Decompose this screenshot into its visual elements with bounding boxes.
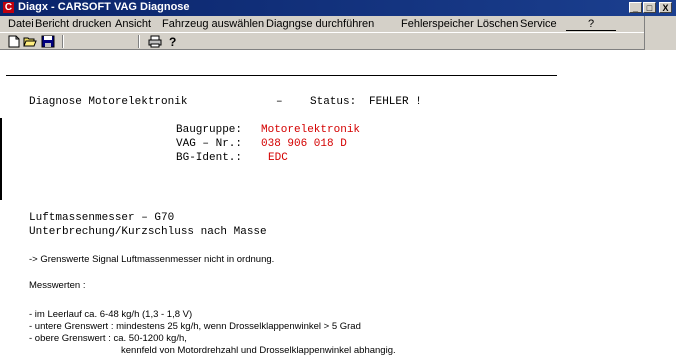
measure-line: - obere Grenswert : ca. 50-1200 kg/h, — [29, 333, 187, 344]
field-label-bg-ident: BG-Ident.: — [176, 152, 243, 164]
menu-bericht-drucken[interactable]: Bericht drucken — [35, 18, 111, 30]
menu-service[interactable]: Service — [520, 18, 557, 30]
menu-fehlerspeicher-loeschen[interactable]: Fehlerspeicher Löschen — [401, 18, 518, 30]
component-name: Luftmassenmesser – G70 — [29, 212, 175, 224]
save-icon[interactable] — [41, 35, 55, 48]
new-icon[interactable] — [7, 35, 21, 48]
field-value-baugruppe: Motorelektronik — [261, 124, 361, 136]
app-icon[interactable]: C — [3, 2, 14, 13]
help-icon[interactable]: ? — [165, 35, 179, 49]
status-value: FEHLER ! — [369, 96, 422, 108]
heading-dash: – — [276, 96, 283, 108]
measure-line: kennfeld von Motordrehzahl und Drosselkl… — [121, 345, 396, 356]
open-icon[interactable] — [23, 35, 37, 48]
menu-diagnose-durchfuehren[interactable]: Diagngse durchführen — [266, 18, 374, 30]
field-value-vag-nr: 038 906 018 D — [261, 138, 347, 150]
menu-help[interactable]: ? — [566, 18, 616, 31]
field-label-vag-nr: VAG – Nr.: — [176, 138, 243, 150]
title-bar: C Diagx - CARSOFT VAG Diagnose _ □ X — [0, 0, 676, 16]
window-title: Diagx - CARSOFT VAG Diagnose — [18, 1, 190, 13]
measure-title: Messwerten : — [29, 280, 86, 291]
toolbar-separator — [62, 35, 64, 48]
report-heading: Diagnose Motorelektronik — [29, 96, 188, 108]
limit-note: -> Grenswerte Signal Luftmassenmesser ni… — [29, 254, 275, 265]
field-value-bg-ident: EDC — [268, 152, 288, 164]
divider — [6, 75, 557, 76]
toolbar: ? — [0, 32, 676, 50]
left-edge — [0, 118, 2, 200]
toolbar-separator — [138, 35, 140, 48]
menu-bar: Datei Bericht drucken Ansicht Fahrzeug a… — [0, 16, 676, 32]
print-icon[interactable] — [148, 35, 162, 48]
measure-line: - untere Grenswert : mindestens 25 kg/h,… — [29, 321, 361, 332]
status-label: Status: — [310, 96, 357, 108]
window-corner — [644, 0, 676, 50]
measure-line: - im Leerlauf ca. 6-48 kg/h (1,3 - 1,8 V… — [29, 309, 193, 320]
field-label-baugruppe: Baugruppe: — [176, 124, 243, 136]
fault-description: Unterbrechung/Kurzschluss nach Masse — [29, 226, 267, 238]
menu-fahrzeug-auswaehlen[interactable]: Fahrzeug auswählen — [162, 18, 264, 30]
menu-datei[interactable]: Datei — [8, 18, 34, 30]
menu-ansicht[interactable]: Ansicht — [115, 18, 151, 30]
minimize-button[interactable]: _ — [629, 2, 642, 13]
svg-text:?: ? — [169, 35, 176, 48]
